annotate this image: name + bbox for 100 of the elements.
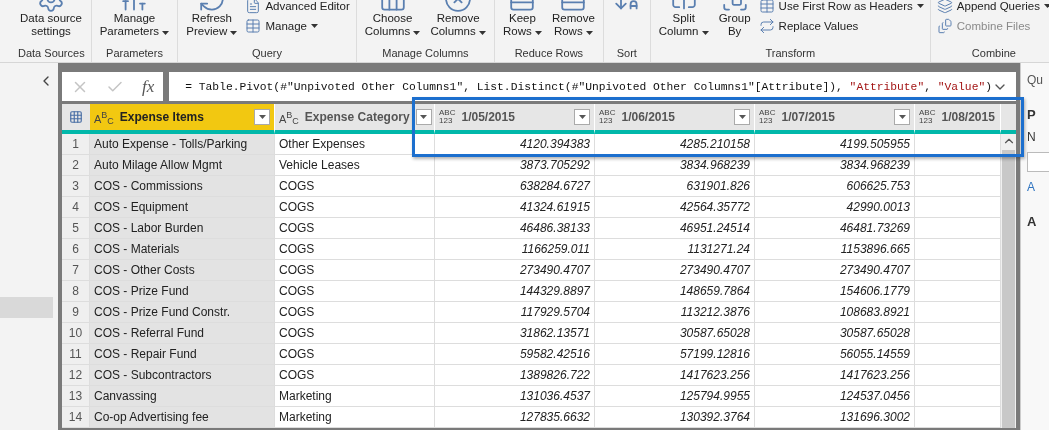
scroll-thumb[interactable] bbox=[1002, 150, 1015, 428]
row-number: 5 bbox=[62, 218, 90, 239]
table-cell: 57199.12816 bbox=[595, 344, 755, 365]
table-cell: 3834.968239 bbox=[755, 155, 915, 176]
ribbon-button[interactable]: Data source settings bbox=[18, 0, 84, 38]
table-cell: Other Expenses bbox=[275, 134, 435, 155]
table-cell: Auto Milage Allow Mgmt bbox=[90, 155, 275, 176]
group-label: Transform bbox=[764, 47, 817, 61]
table-cell: 1389826.722 bbox=[435, 365, 595, 386]
caret-icon bbox=[479, 31, 486, 35]
table-cell: COS - Prize Fund Constr. bbox=[90, 302, 275, 323]
type-icon[interactable]: ABC 123 bbox=[439, 109, 456, 125]
table-cell: Marketing bbox=[275, 407, 435, 428]
table-cell: COGS bbox=[275, 302, 435, 323]
table-cell: 3873.705292 bbox=[435, 155, 595, 176]
ribbon-button[interactable]: Use First Row as Headers bbox=[758, 0, 924, 14]
row-number: 4 bbox=[62, 197, 90, 218]
table-cell: COGS bbox=[275, 365, 435, 386]
table-cell: 124537.0456 bbox=[755, 386, 915, 407]
filter-button[interactable] bbox=[415, 109, 432, 125]
fx-button[interactable]: fx bbox=[142, 76, 155, 97]
caret-icon bbox=[738, 115, 746, 119]
group-label: Parameters bbox=[105, 47, 164, 61]
type-icon[interactable]: ABC 123 bbox=[599, 109, 616, 125]
table-cell: COS - Referral Fund bbox=[90, 323, 275, 344]
header-filler bbox=[1001, 104, 1016, 134]
table-cell: 131036.4537 bbox=[435, 386, 595, 407]
table-cell: 273490.4707 bbox=[435, 260, 595, 281]
ribbon-button[interactable]: Split Column bbox=[656, 0, 711, 38]
table-cell: 131696.3002 bbox=[755, 407, 915, 428]
table-cell: COGS bbox=[275, 176, 435, 197]
group-label: Manage Columns bbox=[381, 47, 470, 61]
name-field[interactable] bbox=[1027, 152, 1049, 172]
table-cell: 1417623.256 bbox=[755, 365, 915, 386]
caret-icon bbox=[585, 31, 593, 35]
ribbon-button[interactable]: Keep Rows bbox=[501, 0, 544, 38]
filter-button[interactable] bbox=[894, 109, 910, 125]
caret-icon bbox=[578, 115, 586, 119]
ribbon-button[interactable]: Remove Rows bbox=[549, 0, 597, 38]
table-cell: 273490.4707 bbox=[755, 260, 915, 281]
type-icon[interactable]: ABC 123 bbox=[759, 109, 776, 125]
files-icon bbox=[936, 18, 953, 34]
row-number: 8 bbox=[62, 281, 90, 302]
ribbon-button[interactable]: Append Queries bbox=[936, 0, 1049, 14]
table-cell: 31862.13571 bbox=[435, 323, 595, 344]
table-icon bbox=[245, 18, 262, 34]
table-cell: 638284.6727 bbox=[435, 176, 595, 197]
grid-icon bbox=[69, 110, 83, 124]
ribbon-button[interactable]: Refresh Preview bbox=[184, 0, 240, 38]
table-cell: Co-op Advertising fee bbox=[90, 407, 275, 428]
group-label: Data Sources bbox=[18, 47, 85, 61]
row-number: 10 bbox=[62, 323, 90, 344]
formula-field[interactable]: = Table.Pivot(#"Unpivoted Other Columns1", List.Distinct(#"Unpivoted Other Columns1"[Attribute]), "Attribute", "Value") bbox=[169, 72, 1016, 101]
section-heading: P bbox=[1027, 107, 1036, 122]
table-cell: 631901.826 bbox=[595, 176, 755, 197]
caret-icon bbox=[420, 115, 428, 119]
scrollbar[interactable] bbox=[1001, 134, 1016, 428]
ribbon-button[interactable]: Replace Values bbox=[758, 18, 924, 34]
table-cell: 148659.7864 bbox=[595, 281, 755, 302]
table-cell: COS - Other Costs bbox=[90, 260, 275, 281]
table-cell: 144329.8897 bbox=[435, 281, 595, 302]
table-cell: COGS bbox=[275, 260, 435, 281]
caret-icon bbox=[701, 31, 709, 35]
table-cell: 41324.61915 bbox=[435, 197, 595, 218]
table-cell: 127835.6632 bbox=[435, 407, 595, 428]
ribbon-button[interactable]: Manage bbox=[245, 18, 350, 34]
filter-button[interactable] bbox=[734, 109, 750, 125]
ribbon-button[interactable]: Manage Parameters bbox=[97, 0, 172, 38]
ribbon-button[interactable]: Group By bbox=[716, 0, 753, 38]
table-cell: 46951.24514 bbox=[595, 218, 755, 239]
group-label: Query bbox=[251, 47, 284, 61]
caret-icon bbox=[162, 31, 170, 35]
ribbon-button[interactable]: Advanced Editor bbox=[245, 0, 350, 14]
table-cell: COS - Materials bbox=[90, 239, 275, 260]
properties-link[interactable]: A bbox=[1027, 180, 1035, 194]
caret-icon bbox=[534, 31, 542, 35]
caret-icon bbox=[916, 4, 924, 8]
row-number: 7 bbox=[62, 260, 90, 281]
table-cell: Canvassing bbox=[90, 386, 275, 407]
table-cell: COS - Commissions bbox=[90, 176, 275, 197]
row-number: 2 bbox=[62, 155, 90, 176]
filter-button[interactable] bbox=[574, 109, 590, 125]
filter-button[interactable] bbox=[254, 109, 270, 125]
formula-text: = Table.Pivot(#"Unpivoted Other Columns1", List.Distinct(#"Unpivoted Other Columns1"[Attribute]), "Attribute", "Value") bbox=[185, 80, 992, 93]
replace-icon bbox=[758, 18, 775, 34]
table-cell: COS - Subcontractors bbox=[90, 365, 275, 386]
table-cell: COS - Equipment bbox=[90, 197, 275, 218]
row-number: 6 bbox=[62, 239, 90, 260]
type-icon[interactable]: ABC 123 bbox=[919, 109, 936, 125]
ribbon-button[interactable]: Choose Columns bbox=[362, 0, 423, 38]
table-cell: Auto Expense - Tolls/Parking bbox=[90, 134, 275, 155]
group-label: Reduce Rows bbox=[513, 47, 585, 61]
table-cell: 46486.38133 bbox=[435, 218, 595, 239]
row-number: 14 bbox=[62, 407, 90, 428]
table-cell: 154606.1779 bbox=[755, 281, 915, 302]
group-label: Sort bbox=[615, 47, 638, 61]
ribbon-button[interactable]: Remove Columns bbox=[428, 0, 488, 38]
table-cell: 108683.8921 bbox=[755, 302, 915, 323]
table-menu-button[interactable] bbox=[62, 104, 90, 134]
table-cell: COGS bbox=[275, 239, 435, 260]
